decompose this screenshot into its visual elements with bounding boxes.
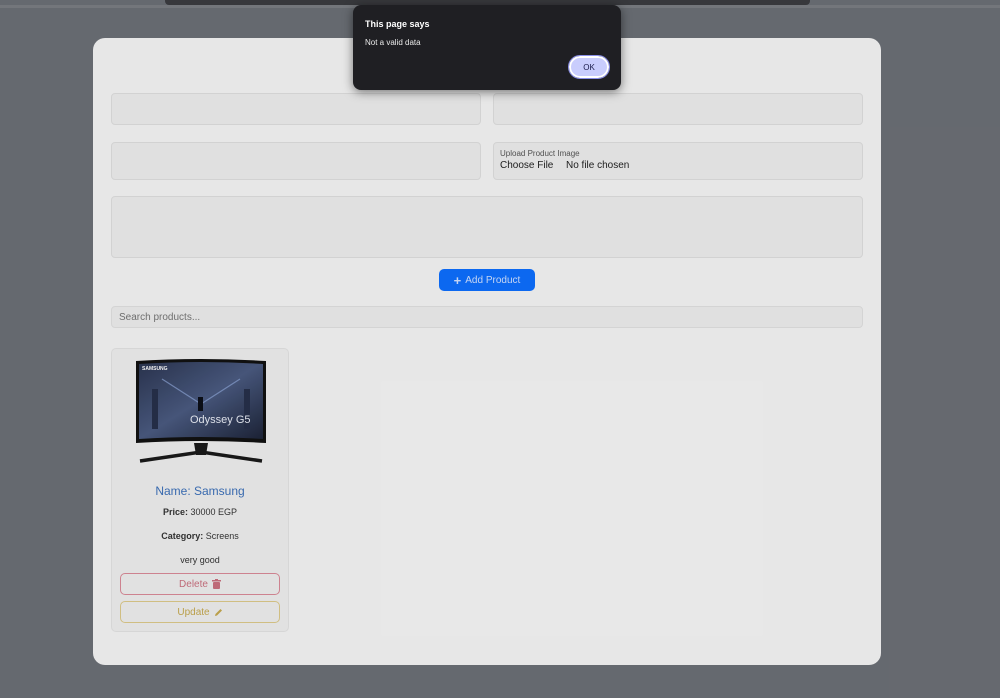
dialog-message: Not a valid data bbox=[365, 38, 421, 47]
ok-button[interactable]: OK bbox=[568, 55, 610, 79]
alert-dialog: This page says Not a valid data OK bbox=[353, 5, 621, 90]
dialog-title: This page says bbox=[365, 19, 430, 29]
modal-overlay bbox=[0, 0, 1000, 698]
